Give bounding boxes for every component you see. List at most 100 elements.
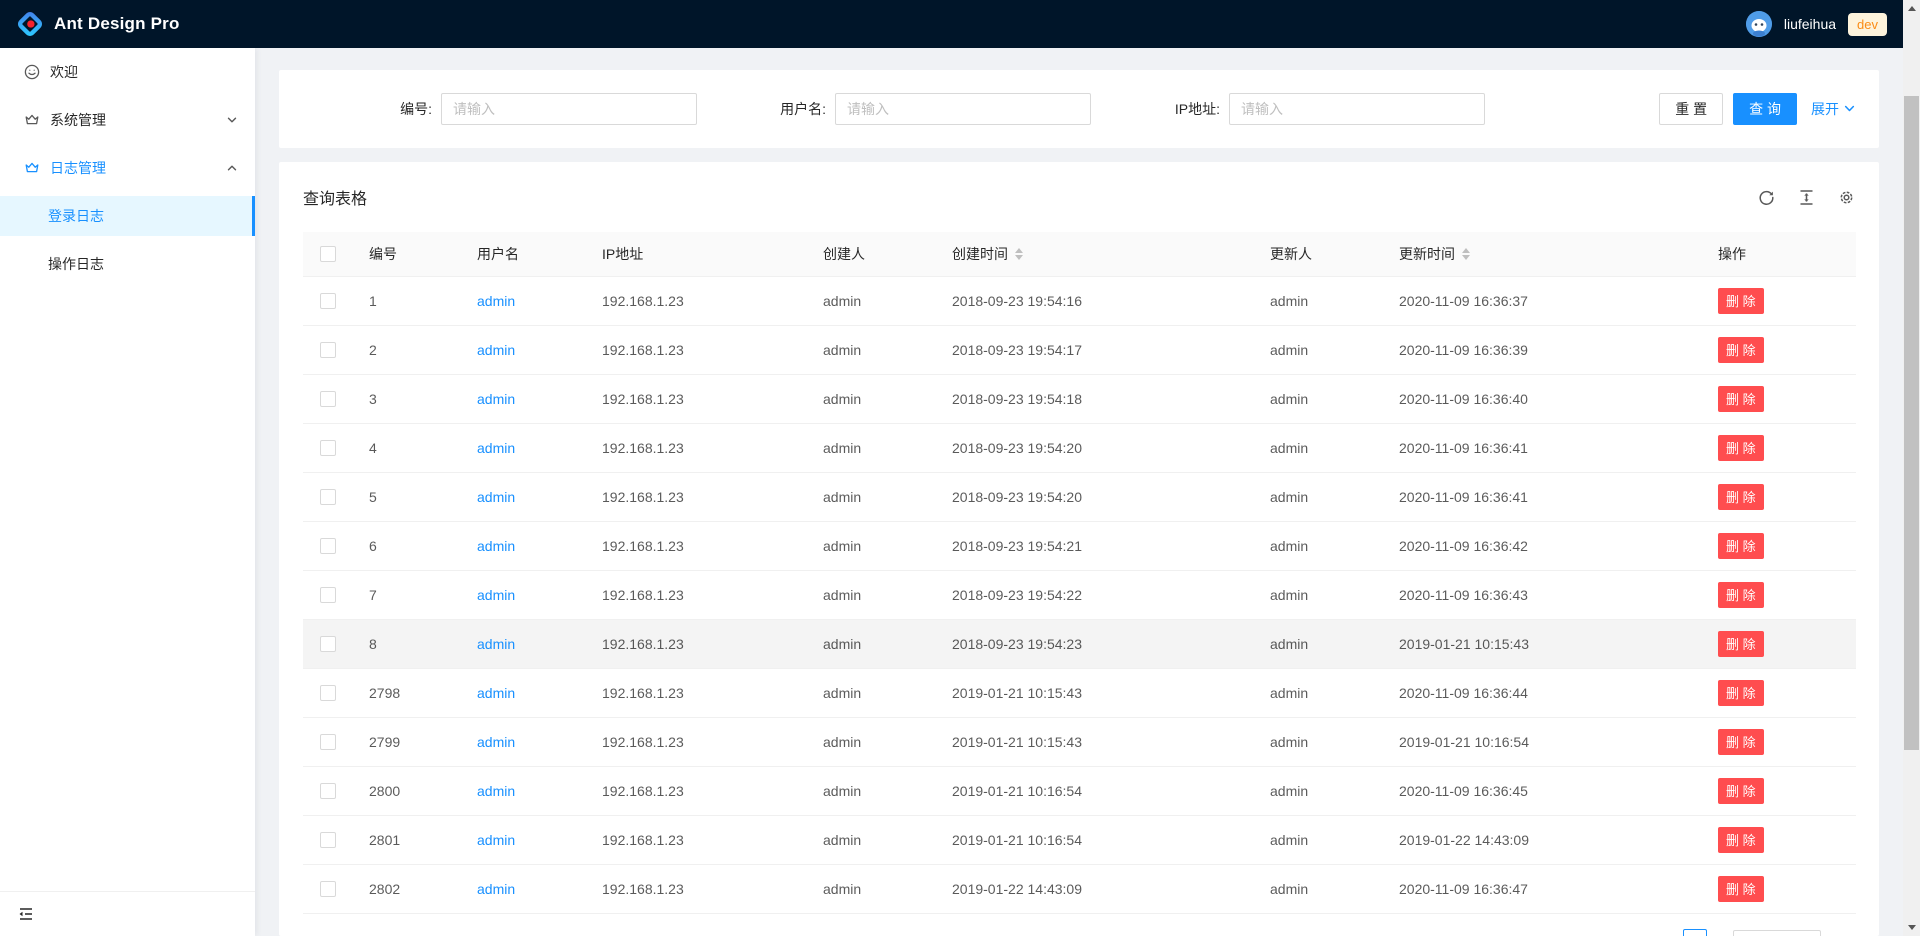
row-checkbox[interactable] xyxy=(320,440,336,456)
row-checkbox[interactable] xyxy=(320,538,336,554)
cell-ip: 192.168.1.23 xyxy=(586,276,807,325)
user-menu[interactable]: liufeihua dev xyxy=(1746,11,1887,37)
cell-created-time: 2018-09-23 19:54:22 xyxy=(936,570,1254,619)
reload-icon[interactable] xyxy=(1758,189,1775,206)
delete-button[interactable]: 删 除 xyxy=(1718,631,1764,657)
delete-button[interactable]: 删 除 xyxy=(1718,827,1764,853)
row-checkbox[interactable] xyxy=(320,832,336,848)
table-row: 1 admin 192.168.1.23 admin 2018-09-23 19… xyxy=(303,276,1856,325)
query-button[interactable]: 查 询 xyxy=(1733,93,1797,125)
username-link[interactable]: admin xyxy=(477,783,515,799)
cell-created-time: 2018-09-23 19:54:16 xyxy=(936,276,1254,325)
table-title-bar: 查询表格 xyxy=(279,162,1879,232)
pagination-size-select[interactable] xyxy=(1733,930,1821,936)
row-checkbox[interactable] xyxy=(320,391,336,407)
row-checkbox[interactable] xyxy=(320,734,336,750)
delete-button[interactable]: 删 除 xyxy=(1718,435,1764,461)
delete-button[interactable]: 删 除 xyxy=(1718,680,1764,706)
expand-link[interactable]: 展开 xyxy=(1811,99,1855,119)
delete-button[interactable]: 删 除 xyxy=(1718,386,1764,412)
username-link[interactable]: admin xyxy=(477,636,515,652)
cell-updater: admin xyxy=(1254,325,1383,374)
row-checkbox[interactable] xyxy=(320,685,336,701)
username-link[interactable]: admin xyxy=(477,538,515,554)
query-table: 编号 用户名 IP地址 创建人 创建时间 更新人 更新时间 xyxy=(303,232,1856,914)
delete-button[interactable]: 删 除 xyxy=(1718,582,1764,608)
row-checkbox[interactable] xyxy=(320,293,336,309)
sidebar-item-log-management[interactable]: 日志管理 xyxy=(0,148,255,188)
delete-button[interactable]: 删 除 xyxy=(1718,778,1764,804)
delete-button[interactable]: 删 除 xyxy=(1718,337,1764,363)
logo-area[interactable]: Ant Design Pro xyxy=(16,10,180,38)
username-link[interactable]: admin xyxy=(477,587,515,603)
sidebar-item-welcome[interactable]: 欢迎 xyxy=(0,52,255,92)
cell-created-time: 2019-01-21 10:16:54 xyxy=(936,815,1254,864)
username-link[interactable]: admin xyxy=(477,293,515,309)
username-link[interactable]: admin xyxy=(477,881,515,897)
username-link[interactable]: admin xyxy=(477,685,515,701)
user-name: liufeihua xyxy=(1784,16,1836,32)
delete-button[interactable]: 删 除 xyxy=(1718,729,1764,755)
user-avatar[interactable] xyxy=(1746,11,1772,37)
cell-creator: admin xyxy=(807,374,936,423)
sort-carets-icon[interactable] xyxy=(1015,248,1023,260)
scrollbar-up-arrow[interactable] xyxy=(1903,0,1920,17)
table-row: 7 admin 192.168.1.23 admin 2018-09-23 19… xyxy=(303,570,1856,619)
cell-updated-time: 2020-11-09 16:36:39 xyxy=(1383,325,1702,374)
settings-gear-icon[interactable] xyxy=(1838,189,1855,206)
delete-button[interactable]: 删 除 xyxy=(1718,484,1764,510)
username-link[interactable]: admin xyxy=(477,832,515,848)
row-checkbox[interactable] xyxy=(320,783,336,799)
menu-fold-icon[interactable] xyxy=(17,905,35,923)
column-header-updated-time[interactable]: 更新时间 xyxy=(1383,232,1702,276)
username-link[interactable]: admin xyxy=(477,391,515,407)
username-link[interactable]: admin xyxy=(477,734,515,750)
scrollbar-thumb[interactable] xyxy=(1904,96,1919,750)
scrollbar-down-arrow[interactable] xyxy=(1903,919,1920,936)
cell-updated-time: 2020-11-09 16:36:40 xyxy=(1383,374,1702,423)
sort-carets-icon[interactable] xyxy=(1462,248,1470,260)
smile-icon xyxy=(24,64,40,80)
username-link[interactable]: admin xyxy=(477,440,515,456)
ip-input[interactable] xyxy=(1229,93,1485,125)
sidebar-item-login-log[interactable]: 登录日志 xyxy=(0,196,255,236)
sidebar-item-operation-log[interactable]: 操作日志 xyxy=(0,244,255,284)
reset-button[interactable]: 重 置 xyxy=(1659,93,1723,125)
delete-button[interactable]: 删 除 xyxy=(1718,533,1764,559)
row-checkbox[interactable] xyxy=(320,342,336,358)
row-checkbox[interactable] xyxy=(320,636,336,652)
row-checkbox[interactable] xyxy=(320,489,336,505)
username-input[interactable] xyxy=(835,93,1091,125)
cell-ip: 192.168.1.23 xyxy=(586,619,807,668)
table-row: 2802 admin 192.168.1.23 admin 2019-01-22… xyxy=(303,864,1856,913)
field-username: 用户名: xyxy=(697,93,1091,125)
select-all-checkbox[interactable] xyxy=(320,246,336,262)
chevron-down-icon xyxy=(1844,101,1855,117)
username-link[interactable]: admin xyxy=(477,342,515,358)
delete-button[interactable]: 删 除 xyxy=(1718,288,1764,314)
cell-creator: admin xyxy=(807,766,936,815)
cell-id: 2800 xyxy=(353,766,461,815)
delete-button[interactable]: 删 除 xyxy=(1718,876,1764,902)
username-link[interactable]: admin xyxy=(477,489,515,505)
field-username-label: 用户名: xyxy=(697,99,835,119)
table-row: 6 admin 192.168.1.23 admin 2018-09-23 19… xyxy=(303,521,1856,570)
row-checkbox[interactable] xyxy=(320,587,336,603)
table-card: 查询表格 xyxy=(279,162,1879,936)
table-body: 1 admin 192.168.1.23 admin 2018-09-23 19… xyxy=(303,276,1856,913)
row-checkbox[interactable] xyxy=(320,881,336,897)
column-header-created-time[interactable]: 创建时间 xyxy=(936,232,1254,276)
cell-updated-time: 2020-11-09 16:36:37 xyxy=(1383,276,1702,325)
sidebar-item-system-management[interactable]: 系统管理 xyxy=(0,100,255,140)
sidebar-item-label: 日志管理 xyxy=(50,158,106,178)
sidebar-subitem-label: 操作日志 xyxy=(48,254,104,274)
column-height-icon[interactable] xyxy=(1798,189,1815,206)
id-input[interactable] xyxy=(441,93,697,125)
pagination-page-1-button[interactable] xyxy=(1683,929,1707,936)
cell-id: 2799 xyxy=(353,717,461,766)
cell-ip: 192.168.1.23 xyxy=(586,570,807,619)
cell-id: 1 xyxy=(353,276,461,325)
crown-icon xyxy=(24,160,40,176)
scrollbar[interactable] xyxy=(1903,0,1920,936)
cell-updater: admin xyxy=(1254,668,1383,717)
